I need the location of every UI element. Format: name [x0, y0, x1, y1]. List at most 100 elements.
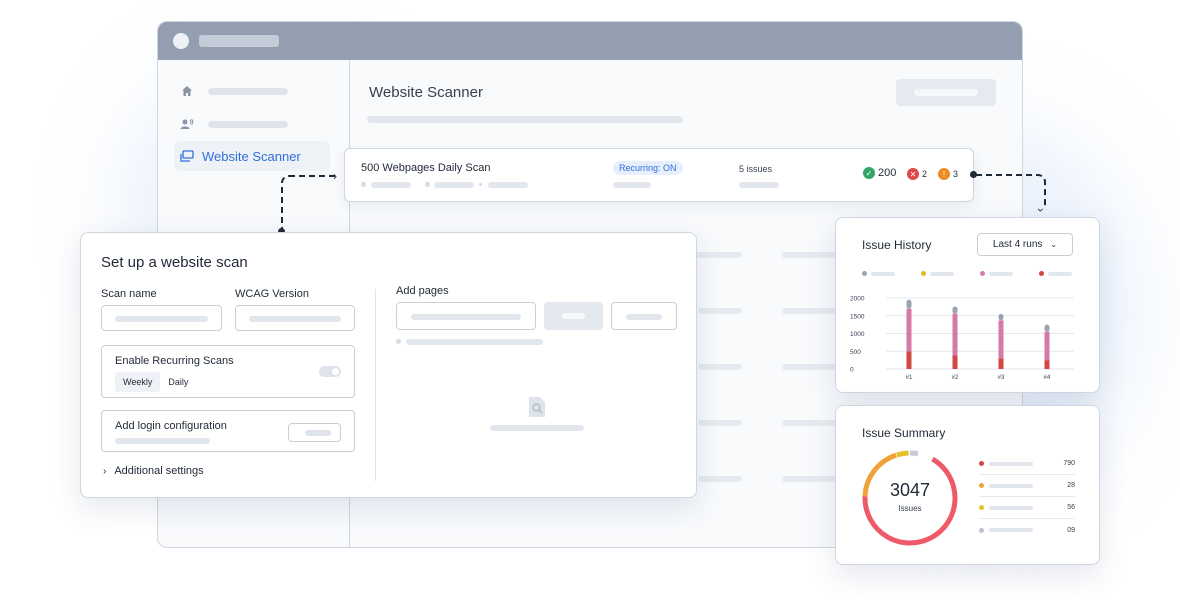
wcag-version-select[interactable]: [235, 305, 355, 331]
total-issues-label: Issues: [898, 504, 922, 513]
row-placeholder: [782, 252, 838, 258]
wcag-label: WCAG Version: [235, 288, 309, 300]
y-tick-label: 1500: [850, 313, 865, 320]
row-placeholder: [698, 476, 742, 482]
sidebar-item-users[interactable]: [174, 109, 288, 139]
import-pages-button[interactable]: [611, 302, 677, 330]
page-subtitle-placeholder: [367, 116, 683, 123]
scan-row[interactable]: 500 Webpages Daily Scan Recurring: ON 5 …: [344, 148, 974, 202]
recurring-label: Enable Recurring Scans: [115, 355, 234, 367]
login-sub-placeholder: [115, 438, 210, 444]
row-placeholder: [782, 420, 838, 426]
summary-placeholder: [989, 505, 1033, 510]
row-placeholder: [698, 364, 742, 370]
check-icon: ✓: [863, 167, 875, 179]
meta-dot: [361, 182, 366, 187]
meta-placeholder: [434, 182, 474, 188]
legend-item: [980, 271, 1039, 276]
connector-line: [281, 175, 335, 230]
legend-dot: [1039, 271, 1044, 276]
issue-history-card: Issue History Last 4 runs ⌄ 2000 1500 1000…: [835, 217, 1100, 393]
issue-summary-card: Issue Summary 3047 Issues 790 28 56 09: [835, 405, 1100, 565]
x-tick-label: #1: [906, 375, 913, 381]
runs-range-value: Last 4 runs: [992, 239, 1043, 250]
failed-stat: ✕ 2: [907, 168, 927, 180]
row-placeholder: [782, 476, 838, 482]
hint-dot: [396, 339, 401, 344]
sidebar-item-website-scanner[interactable]: Website Scanner: [174, 141, 330, 171]
error-icon: ✕: [907, 168, 919, 180]
bar-segment: [952, 306, 958, 314]
title-bar: [158, 22, 1022, 60]
add-pages-label: Add pages: [396, 285, 449, 297]
legend-item: [921, 271, 980, 276]
summary-placeholder: [989, 528, 1033, 532]
scan-name-input[interactable]: [101, 305, 222, 331]
chevron-down-icon: ⌄: [1050, 240, 1058, 249]
arrow-down-icon: ›: [1034, 208, 1048, 212]
warning-icon: !: [938, 168, 950, 180]
page-title: Website Scanner: [369, 84, 483, 101]
weekly-option[interactable]: Weekly: [115, 372, 161, 392]
legend-placeholder: [989, 271, 1013, 276]
summary-row: 56: [979, 497, 1075, 519]
scan-name: 500 Webpages Daily Scan: [361, 162, 491, 174]
add-pages-input[interactable]: [396, 302, 536, 330]
meta-placeholder: [371, 182, 411, 188]
row-placeholder: [698, 308, 742, 314]
bar-segment: [1044, 360, 1050, 369]
sidebar-item-home[interactable]: [174, 76, 288, 106]
legend-placeholder: [871, 271, 895, 276]
connector-knob: [970, 171, 977, 178]
passed-stat: ✓ 200: [863, 167, 896, 179]
stage: Website Scanner Website Scanner 500 Webp…: [0, 0, 1180, 600]
bar-segment: [1044, 331, 1050, 361]
issue-history-chart: 2000 1500 1000 500 0 #1 #2 #3 #4: [850, 296, 1074, 381]
primary-action-button[interactable]: [896, 79, 996, 106]
add-page-button[interactable]: [544, 302, 603, 330]
x-tick-label: #2: [952, 375, 959, 381]
history-title: Issue History: [862, 238, 932, 252]
summary-dot: [979, 527, 984, 533]
setup-scan-panel: Set up a website scan Scan name WCAG Ver…: [80, 232, 697, 498]
summary-value: 790: [1063, 460, 1075, 467]
empty-state-placeholder: [490, 425, 584, 431]
summary-placeholder: [989, 461, 1033, 466]
warning-count: 3: [953, 169, 959, 179]
legend-dot: [921, 271, 926, 276]
summary-dot: [979, 461, 984, 466]
summary-value: 09: [1067, 526, 1075, 534]
connector-line: [976, 174, 1046, 208]
runs-range-select[interactable]: Last 4 runs ⌄: [977, 233, 1073, 256]
hint-placeholder: [406, 339, 543, 345]
bar-segment: [906, 351, 912, 369]
passed-count: 200: [878, 167, 897, 179]
legend-placeholder: [930, 271, 954, 276]
row-placeholder: [698, 420, 742, 426]
meta-dot: [425, 182, 430, 187]
recurring-scans-box: Enable Recurring Scans Weekly Daily: [101, 345, 355, 398]
recurring-toggle[interactable]: [319, 366, 341, 377]
summary-placeholder: [989, 483, 1033, 488]
y-tick-label: 500: [850, 349, 861, 356]
daily-option[interactable]: Daily: [160, 372, 196, 392]
warning-stat: ! 3: [938, 168, 958, 180]
frequency-segmented: Weekly Daily: [115, 372, 196, 392]
bar-segment: [952, 355, 958, 369]
sidebar-label-placeholder: [208, 87, 288, 95]
website-scanner-icon: [180, 149, 194, 163]
sidebar-item-label: Website Scanner: [202, 148, 301, 164]
user-voice-icon: [180, 117, 194, 131]
summary-row: 28: [979, 475, 1075, 497]
y-tick-label: 2000: [850, 296, 865, 303]
arrow-right-icon: ›: [333, 169, 337, 183]
login-config-button[interactable]: [288, 423, 341, 442]
issues-count: 5 issues: [739, 164, 773, 174]
bar-segment: [952, 313, 958, 356]
additional-settings[interactable]: › Additional settings: [103, 465, 204, 477]
summary-row: 09: [979, 519, 1075, 541]
y-tick-label: 1000: [850, 331, 865, 338]
row-placeholder: [782, 308, 838, 314]
login-config-label: Add login configuration: [115, 420, 227, 432]
badge-sub-placeholder: [613, 182, 651, 188]
